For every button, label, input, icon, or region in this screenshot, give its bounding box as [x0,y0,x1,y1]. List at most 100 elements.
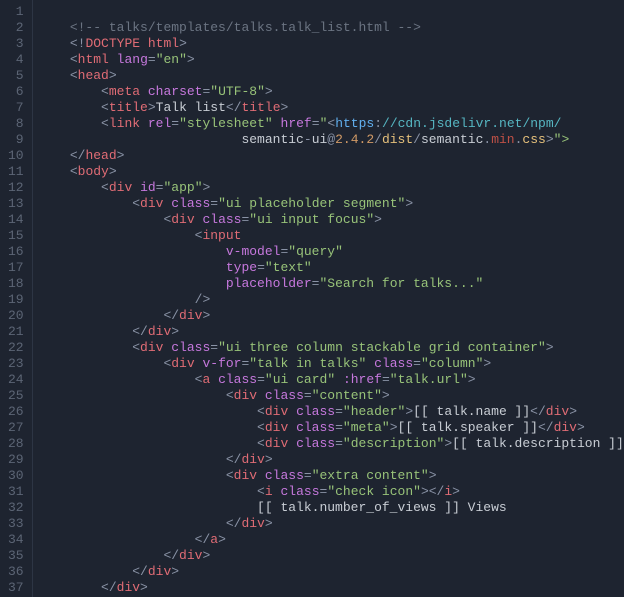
code-line[interactable]: <div class="extra content"> [39,468,624,484]
code-token: > [265,452,273,467]
code-token: < [101,100,109,115]
code-line[interactable]: <html lang="en"> [39,52,624,68]
code-line[interactable]: <div class="ui input focus"> [39,212,624,228]
code-token: "content" [312,388,382,403]
code-token: > [179,36,187,51]
code-token: > [577,420,585,435]
line-number: 9 [0,132,32,148]
code-line[interactable]: <a class="ui card" :href="talk.url"> [39,372,624,388]
code-line[interactable]: <!DOCTYPE html> [39,36,624,52]
code-line[interactable]: /> [39,292,624,308]
code-token [39,180,101,195]
code-token: html [78,52,109,67]
code-token: > [405,404,413,419]
code-line[interactable]: v-model="query" [39,244,624,260]
code-token: div [148,324,171,339]
code-line[interactable]: </div> [39,564,624,580]
code-line[interactable]: placeholder="Search for talks..." [39,276,624,292]
code-token: [[ talk.description ]] [452,436,624,451]
code-line[interactable]: </a> [39,532,624,548]
code-token: </ [226,516,242,531]
code-token: > [382,388,390,403]
line-number: 8 [0,116,32,132]
code-token [288,436,296,451]
code-token: type [226,260,257,275]
line-number: 22 [0,340,32,356]
code-token [39,468,226,483]
code-line[interactable]: semantic-ui@2.4.2/dist/semantic.min.css>… [39,132,624,148]
code-line[interactable]: <body> [39,164,624,180]
code-line[interactable]: </div> [39,548,624,564]
code-line[interactable]: </div> [39,324,624,340]
code-token: > [444,436,452,451]
code-token: = [210,340,218,355]
code-line[interactable]: <div class="description">[[ talk.descrip… [39,436,624,452]
code-token: > [390,420,398,435]
code-line[interactable]: <div class="ui three column stackable gr… [39,340,624,356]
code-line[interactable]: <div class="content"> [39,388,624,404]
code-line[interactable]: <div class="ui placeholder segment"> [39,196,624,212]
code-token [39,324,133,339]
code-token: "ui card" [265,372,335,387]
code-editor[interactable]: 1234567891011121314151617181920212223242… [0,0,624,597]
code-line[interactable]: <div v-for="talk in talks" class="column… [39,356,624,372]
code-line[interactable]: <div class="header">[[ talk.name ]]</div… [39,404,624,420]
code-content[interactable]: <!-- talks/templates/talks.talk_list.htm… [33,0,624,597]
code-line[interactable]: <i class="check icon"></i> [39,484,624,500]
code-token: /> [195,292,211,307]
code-token: "column" [421,356,483,371]
code-token [39,436,257,451]
code-line[interactable]: <link rel="stylesheet" href="<https://cd… [39,116,624,132]
code-token: class [265,468,304,483]
code-token: = [335,420,343,435]
code-token: = [312,116,320,131]
code-line[interactable]: <meta charset="UTF-8"> [39,84,624,100]
code-line[interactable]: <!-- talks/templates/talks.talk_list.htm… [39,20,624,36]
code-token: </ [101,580,117,595]
code-line[interactable]: </div> [39,452,624,468]
code-token [140,84,148,99]
code-token: "en" [156,52,187,67]
code-token: class [296,436,335,451]
code-token: input [202,228,241,243]
line-number: 23 [0,356,32,372]
line-number: 2 [0,20,32,36]
code-token: div [265,420,288,435]
code-token: ></ [421,484,444,499]
code-line[interactable] [39,4,624,20]
code-token: div [148,564,171,579]
code-line[interactable]: </head> [39,148,624,164]
code-token [39,532,195,547]
code-line[interactable]: </div> [39,580,624,596]
code-token: "meta" [343,420,390,435]
code-token: </ [163,308,179,323]
line-number: 13 [0,196,32,212]
code-token [39,52,70,67]
line-number: 33 [0,516,32,532]
code-line[interactable]: <input [39,228,624,244]
code-token: </ [132,564,148,579]
code-token: > [483,356,491,371]
code-line[interactable]: <title>Talk list</title> [39,100,624,116]
code-token: "talk.url" [390,372,468,387]
code-token [39,212,164,227]
code-token [288,404,296,419]
code-token: > [405,196,413,211]
code-line[interactable]: <div class="meta">[[ talk.speaker ]]</di… [39,420,624,436]
code-token: </ [226,100,242,115]
code-line[interactable]: </div> [39,308,624,324]
line-number: 19 [0,292,32,308]
code-line[interactable]: type="text" [39,260,624,276]
line-number: 10 [0,148,32,164]
code-line[interactable]: <div id="app"> [39,180,624,196]
code-line[interactable]: <head> [39,68,624,84]
code-token: > [203,180,211,195]
code-token: </ [226,452,242,467]
code-token [39,4,70,19]
code-line[interactable]: </div> [39,516,624,532]
code-token [39,164,70,179]
code-token: class [296,420,335,435]
code-line[interactable]: [[ talk.number_of_views ]] Views [39,500,624,516]
code-token [39,260,226,275]
code-token: div [546,404,569,419]
